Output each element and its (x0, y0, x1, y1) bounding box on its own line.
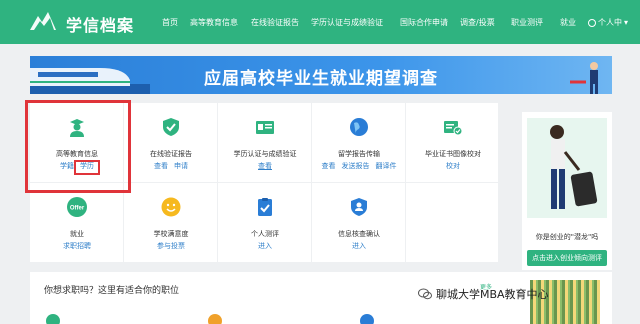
brand-title[interactable]: 学信档案 (66, 12, 134, 36)
globe-icon (350, 118, 368, 136)
service-title: 个人测评 (251, 230, 279, 238)
offer-icon: Offer (67, 197, 87, 217)
nav-international[interactable]: 国际合作申请 (400, 17, 448, 28)
service-study-abroad-report: 留学报告传输 查看 发送报告 翻译件 (312, 103, 406, 183)
clipboard-check-icon (258, 198, 272, 216)
link-enter[interactable]: 进入 (352, 242, 366, 250)
link-apply[interactable]: 申请 (174, 162, 188, 170)
entrepreneurship-card: 你是创业的"潜龙"吗 点击进入创业倾向测评 (522, 112, 612, 270)
service-personal-assessment: 个人测评 进入 (218, 183, 312, 263)
highlight-box-degree-link (74, 160, 100, 175)
nav-personal-center[interactable]: 个人中 ▾ (588, 17, 628, 28)
survey-banner[interactable]: 应届高校毕业生就业期望调查 (30, 56, 612, 94)
link-vote[interactable]: 参与投票 (157, 242, 185, 250)
id-card-icon (256, 121, 274, 134)
highlight-box-higher-education (25, 100, 131, 193)
service-employment: Offer 就业 求职招聘 (30, 183, 124, 263)
link-view[interactable]: 查看 (322, 162, 336, 170)
link-enter[interactable]: 进入 (258, 242, 272, 250)
nav-higher-education[interactable]: 高等教育信息 (190, 17, 238, 28)
job-category-icon[interactable] (360, 314, 374, 324)
user-icon (588, 18, 596, 27)
service-title: 留学报告传输 (338, 150, 380, 158)
logo-icon[interactable] (28, 10, 58, 32)
service-school-satisfaction: 学校满意度 参与投票 (124, 183, 218, 263)
service-title: 毕业证书图像校对 (425, 150, 481, 158)
nav-personal-label: 个人中 (598, 18, 622, 27)
nav-survey-vote[interactable]: 调查/投票 (460, 17, 495, 28)
watermark: 聊城大学MBA教育中心 (418, 286, 549, 302)
link-job-search[interactable]: 求职招聘 (63, 242, 91, 250)
shield-person-icon (351, 198, 367, 216)
nav-career-assessment[interactable]: 职业测评 (511, 17, 543, 28)
nav-home[interactable]: 首页 (162, 17, 178, 28)
nav-employment[interactable]: 就业 (560, 17, 576, 28)
top-navigation-bar: 学信档案 首页 高等教育信息 在线验证报告 学历认证与成绩验证 国际合作申请 调… (0, 0, 640, 44)
job-category-icon[interactable] (46, 314, 60, 324)
service-degree-certification: 学历认证与成绩验证 查看 (218, 103, 312, 183)
service-empty-slot (406, 183, 500, 263)
shield-check-icon (163, 118, 179, 136)
service-info-verification: 信息核查确认 进入 (312, 183, 406, 263)
enter-assessment-button[interactable]: 点击进入创业倾向测评 (527, 250, 607, 266)
card-question: 你是创业的"潜龙"吗 (535, 233, 599, 241)
service-title: 在线验证报告 (150, 150, 192, 158)
traveler-illustration (570, 62, 598, 94)
service-title: 学历认证与成绩验证 (233, 150, 297, 158)
service-certificate-proofing: 毕业证书图像校对 校对 (406, 103, 500, 183)
traveler-with-suitcase-illustration (527, 118, 607, 218)
smile-icon (161, 197, 181, 217)
watermark-text: 聊城大学MBA教育中心 (436, 288, 549, 301)
service-title: 学校满意度 (153, 230, 189, 238)
certificate-icon (444, 121, 463, 136)
nav-online-verification[interactable]: 在线验证报告 (251, 17, 299, 28)
wechat-icon (418, 288, 432, 300)
service-title: 信息核查确认 (338, 230, 380, 238)
link-translation[interactable]: 翻译件 (376, 162, 397, 170)
job-category-icon[interactable] (208, 314, 222, 324)
link-view[interactable]: 查看 (154, 162, 168, 170)
chevron-down-icon: ▾ (624, 18, 629, 27)
banner-title: 应届高校毕业生就业期望调查 (204, 69, 438, 89)
service-online-verification: 在线验证报告 查看 申请 (124, 103, 218, 183)
service-title: 就业 (70, 230, 84, 238)
link-view[interactable]: 查看 (258, 162, 272, 170)
offer-badge-text: Offer (70, 206, 85, 212)
jobs-heading: 你想求职吗？这里有适合你的职位 (44, 286, 180, 296)
nav-degree-certification[interactable]: 学历认证与成绩验证 (311, 17, 383, 28)
link-proofread[interactable]: 校对 (446, 162, 460, 170)
link-send-report[interactable]: 发送报告 (342, 162, 370, 170)
